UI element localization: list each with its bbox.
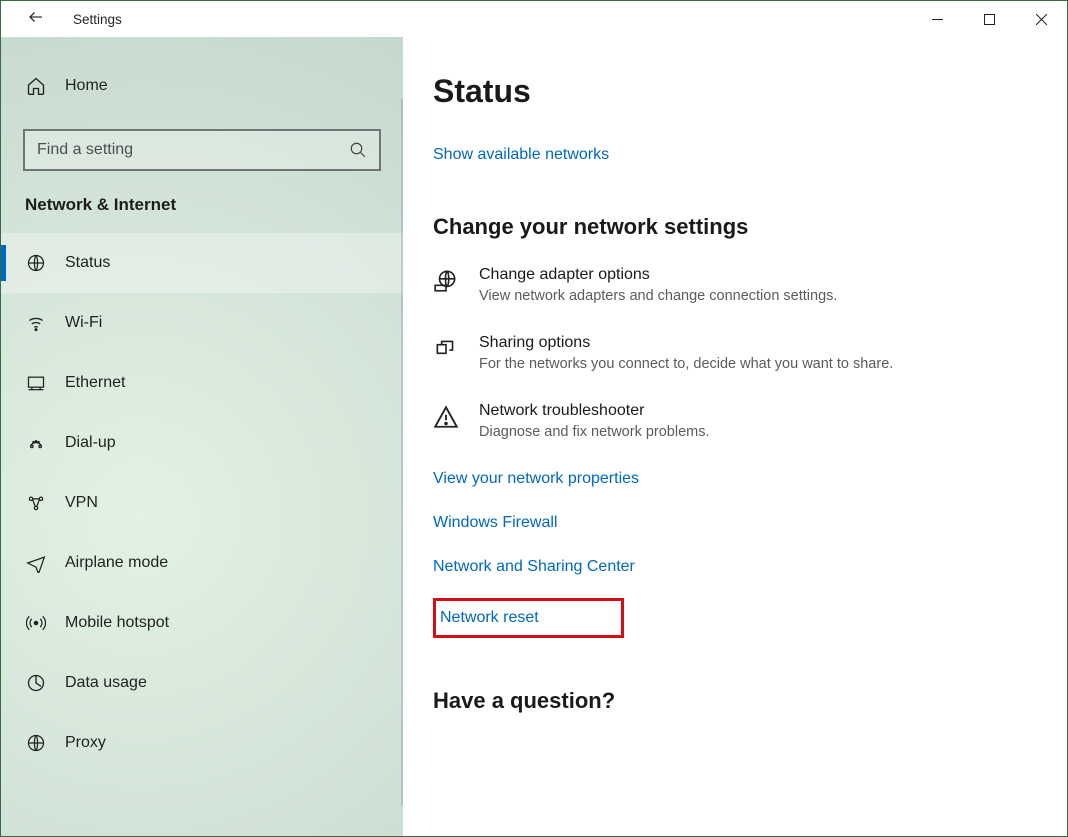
- data-usage-icon: [25, 673, 47, 693]
- search-icon: [349, 141, 367, 159]
- ethernet-icon: [25, 373, 47, 393]
- firewall-link[interactable]: Windows Firewall: [433, 514, 557, 532]
- proxy-icon: [25, 733, 47, 753]
- nav-item-label: Mobile hotspot: [65, 614, 169, 632]
- nav-item-datausage[interactable]: Data usage: [1, 653, 403, 713]
- airplane-icon: [25, 553, 47, 573]
- nav-item-wifi[interactable]: Wi-Fi: [1, 293, 403, 353]
- nav-item-airplane[interactable]: Airplane mode: [1, 533, 403, 593]
- option-desc: View network adapters and change connect…: [479, 288, 837, 304]
- hotspot-icon: [25, 613, 47, 633]
- nav-item-ethernet[interactable]: Ethernet: [1, 353, 403, 413]
- sidebar: Home Network & Internet Status: [1, 37, 403, 836]
- category-label: Network & Internet: [1, 189, 403, 233]
- view-properties-link[interactable]: View your network properties: [433, 470, 639, 488]
- window-title: Settings: [73, 12, 122, 27]
- content-pane: Status Show available networks Change yo…: [403, 37, 1067, 836]
- nav-item-label: Wi-Fi: [65, 314, 102, 332]
- option-desc: For the networks you connect to, decide …: [479, 356, 893, 372]
- search-input[interactable]: [37, 131, 349, 169]
- search-box[interactable]: [23, 129, 381, 171]
- sharing-icon: [433, 334, 461, 372]
- nav-item-proxy[interactable]: Proxy: [1, 713, 403, 773]
- dialup-icon: [25, 433, 47, 453]
- nav-item-label: Proxy: [65, 734, 106, 752]
- nav-item-dialup[interactable]: Dial-up: [1, 413, 403, 473]
- close-button[interactable]: [1015, 1, 1067, 37]
- network-reset-highlight: Network reset: [433, 598, 624, 638]
- nav-item-vpn[interactable]: VPN: [1, 473, 403, 533]
- titlebar: Settings: [1, 1, 1067, 37]
- sharing-center-link[interactable]: Network and Sharing Center: [433, 558, 635, 576]
- option-title: Sharing options: [479, 334, 893, 352]
- nav-item-label: Dial-up: [65, 434, 116, 452]
- vpn-icon: [25, 493, 47, 513]
- maximize-button[interactable]: [963, 1, 1015, 37]
- question-heading: Have a question?: [433, 688, 1043, 714]
- network-reset-link[interactable]: Network reset: [440, 609, 539, 627]
- back-button[interactable]: [27, 8, 45, 31]
- option-title: Network troubleshooter: [479, 402, 710, 420]
- warning-icon: [433, 402, 461, 440]
- nav-item-status[interactable]: Status: [1, 233, 403, 293]
- nav-item-hotspot[interactable]: Mobile hotspot: [1, 593, 403, 653]
- option-sharing[interactable]: Sharing options For the networks you con…: [433, 334, 1043, 372]
- home-icon: [25, 76, 47, 96]
- change-settings-heading: Change your network settings: [433, 214, 1043, 240]
- show-networks-link[interactable]: Show available networks: [433, 146, 609, 164]
- wifi-icon: [25, 313, 47, 333]
- nav-item-label: Ethernet: [65, 374, 125, 392]
- adapter-icon: [433, 266, 461, 304]
- globe-icon: [25, 253, 47, 273]
- minimize-button[interactable]: [911, 1, 963, 37]
- sidebar-home[interactable]: Home: [1, 57, 403, 115]
- option-desc: Diagnose and fix network problems.: [479, 424, 710, 440]
- nav-item-label: Status: [65, 254, 110, 272]
- option-adapter[interactable]: Change adapter options View network adap…: [433, 266, 1043, 304]
- option-troubleshooter[interactable]: Network troubleshooter Diagnose and fix …: [433, 402, 1043, 440]
- nav-item-label: VPN: [65, 494, 98, 512]
- option-title: Change adapter options: [479, 266, 837, 284]
- nav-list: Status Wi-Fi Ethernet Dial-up: [1, 233, 403, 773]
- sidebar-home-label: Home: [65, 77, 108, 95]
- nav-item-label: Data usage: [65, 674, 147, 692]
- page-title: Status: [433, 73, 1043, 110]
- nav-item-label: Airplane mode: [65, 554, 168, 572]
